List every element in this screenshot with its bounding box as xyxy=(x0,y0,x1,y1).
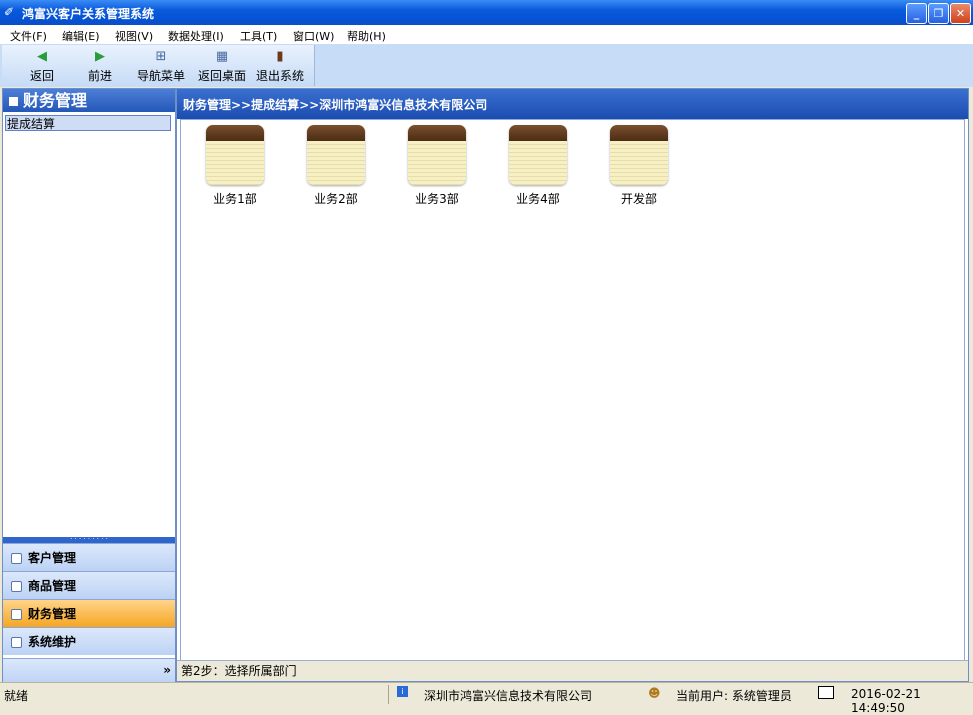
forward-button[interactable]: ▶ 前进 xyxy=(78,49,122,84)
notepad-icon xyxy=(509,125,567,185)
menu-tools[interactable]: 工具(T) xyxy=(240,28,277,44)
content-area: 业务1部 业务2部 业务3部 业务4部 开发部 xyxy=(180,119,965,661)
notepad-icon xyxy=(206,125,264,185)
department-item[interactable]: 业务4部 xyxy=(498,125,578,207)
menu-data[interactable]: 数据处理(I) xyxy=(168,28,224,44)
nav-square-icon xyxy=(11,609,22,620)
minimize-button[interactable]: _ xyxy=(906,3,927,24)
nav-tree: 提成结算 xyxy=(3,112,175,537)
notepad-icon xyxy=(307,125,365,185)
menu-help[interactable]: 帮助(H) xyxy=(347,28,386,44)
expand-chevron-icon[interactable]: » xyxy=(163,663,171,677)
department-item[interactable]: 开发部 xyxy=(599,125,679,207)
menu-file[interactable]: 文件(F) xyxy=(10,28,47,44)
title-bar: ✐ 鸿富兴客户关系管理系统 _ ❐ ✕ xyxy=(0,0,973,25)
return-desktop-button[interactable]: ▦ 返回桌面 xyxy=(196,49,248,84)
forward-arrow-icon: ▶ xyxy=(95,49,105,64)
user-icon: ☻ xyxy=(648,686,661,700)
exit-system-button[interactable]: ▮ 退出系统 xyxy=(254,49,306,84)
window-title: 鸿富兴客户关系管理系统 xyxy=(22,7,155,21)
menu-view[interactable]: 视图(V) xyxy=(115,28,153,44)
nav-system-maintenance[interactable]: 系统维护 xyxy=(3,627,175,655)
exit-door-icon: ▮ xyxy=(276,49,284,64)
tree-item-commission[interactable]: 提成结算 xyxy=(5,115,171,131)
menu-edit[interactable]: 编辑(E) xyxy=(62,28,100,44)
nav-customer-management[interactable]: 客户管理 xyxy=(3,543,175,571)
department-item[interactable]: 业务2部 xyxy=(296,125,376,207)
main-panel: 财务管理>>提成结算>>深圳市鸿富兴信息技术有限公司 业务1部 业务2部 业务3… xyxy=(176,88,969,682)
status-user: 当前用户: 系统管理员 xyxy=(676,689,792,703)
toolbar-group: ◀ 返回 ▶ 前进 ⊞ 导航菜单 ▦ 返回桌面 ▮ 退出系统 xyxy=(2,45,315,86)
department-item[interactable]: 业务3部 xyxy=(397,125,477,207)
desktop-icon: ▦ xyxy=(215,49,229,64)
nav-product-management[interactable]: 商品管理 xyxy=(3,571,175,599)
restore-button[interactable]: ❐ xyxy=(928,3,949,24)
nav-menu-button[interactable]: ⊞ 导航菜单 xyxy=(136,49,186,84)
menu-window[interactable]: 窗口(W) xyxy=(293,28,334,44)
nav-square-icon xyxy=(11,581,22,592)
calendar-icon xyxy=(818,686,834,699)
status-bar: 就绪 i 深圳市鸿富兴信息技术有限公司 ☻ 当前用户: 系统管理员 2016-0… xyxy=(0,682,973,715)
sidebar-header: 财务管理 xyxy=(3,89,175,112)
status-divider xyxy=(388,685,389,704)
nav-square-icon xyxy=(11,553,22,564)
department-item[interactable]: 业务1部 xyxy=(195,125,275,207)
step-hint: 第2步：选择所属部门 xyxy=(177,660,968,681)
close-button[interactable]: ✕ xyxy=(950,3,971,24)
status-company: 深圳市鸿富兴信息技术有限公司 xyxy=(424,689,593,703)
back-button[interactable]: ◀ 返回 xyxy=(20,49,64,84)
breadcrumb: 财务管理>>提成结算>>深圳市鸿富兴信息技术有限公司 xyxy=(177,89,968,119)
notepad-icon xyxy=(610,125,668,185)
company-icon: i xyxy=(397,686,408,697)
status-datetime: 2016-02-21 14:49:50 xyxy=(851,687,921,715)
back-arrow-icon: ◀ xyxy=(37,49,47,64)
status-ready: 就绪 xyxy=(4,689,29,703)
nav-finance-management[interactable]: 财务管理 xyxy=(3,599,175,627)
square-icon xyxy=(9,96,18,106)
nav-square-icon xyxy=(11,637,22,648)
left-panel: 财务管理 提成结算 · · · · · · · · · 客户管理 商品管理 财务… xyxy=(2,88,176,684)
menu-bar: 文件(F) 编辑(E) 视图(V) 数据处理(I) 工具(T) 窗口(W) 帮助… xyxy=(0,25,973,44)
notepad-icon xyxy=(408,125,466,185)
nav-menu-icon: ⊞ xyxy=(155,49,167,64)
app-icon: ✐ xyxy=(4,5,15,19)
nav-footer: » xyxy=(3,658,175,684)
toolbar: ◀ 返回 ▶ 前进 ⊞ 导航菜单 ▦ 返回桌面 ▮ 退出系统 xyxy=(0,44,973,87)
